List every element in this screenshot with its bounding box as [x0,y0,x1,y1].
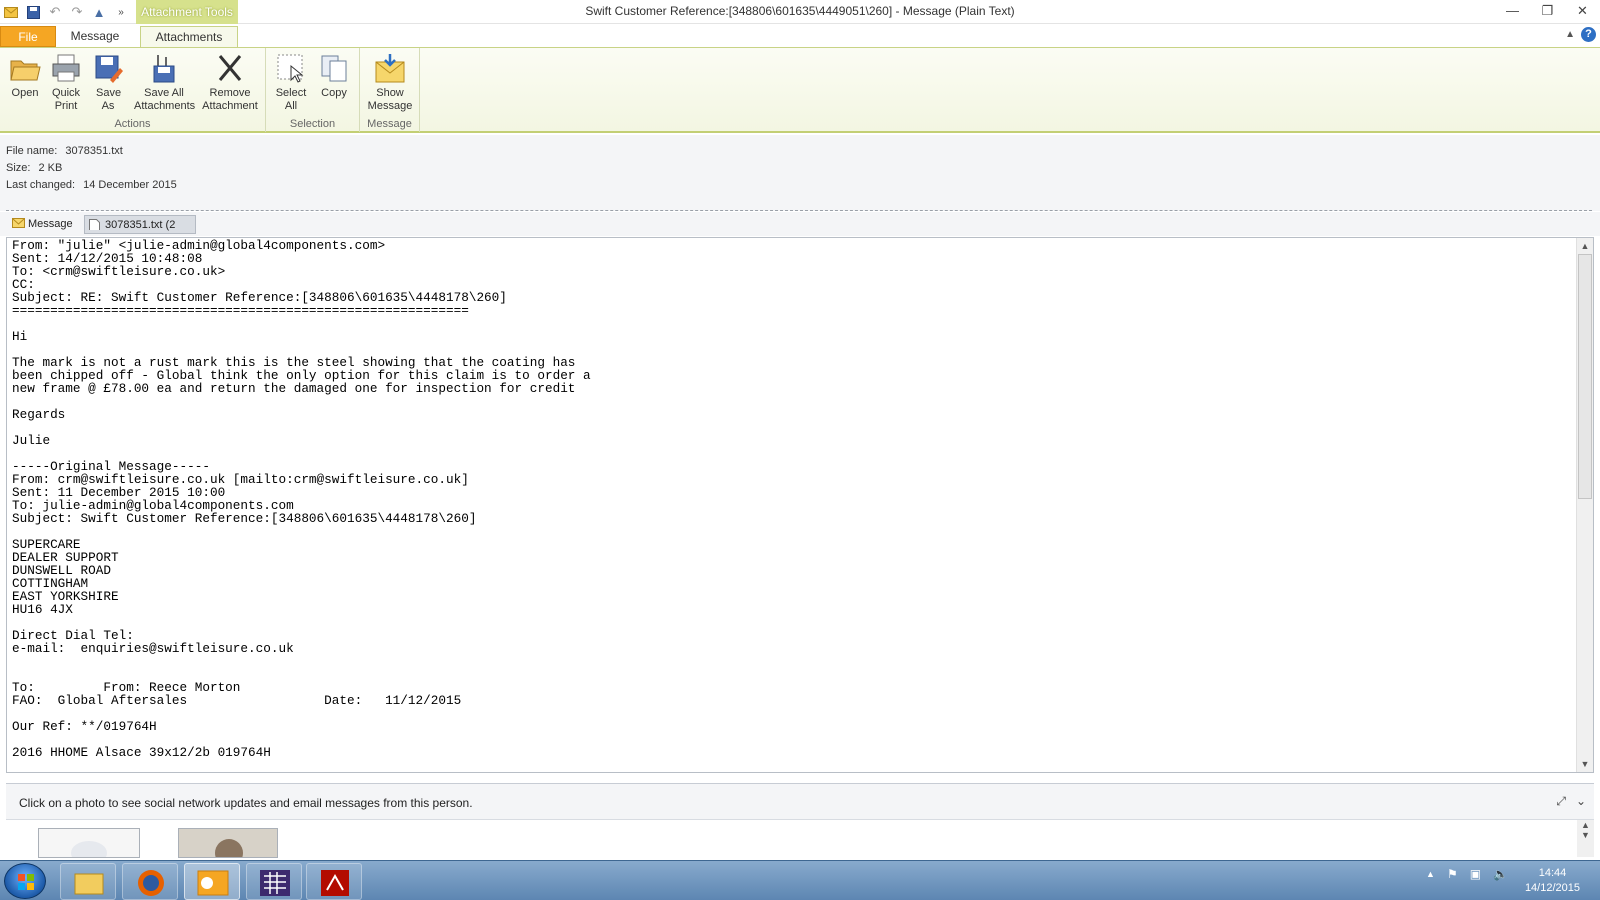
file-name-row: File name: 3078351.txt [6,145,123,157]
taskbar-firefox[interactable] [122,863,178,900]
group-actions: Open Quick Print Save As Save All Attach… [0,48,266,132]
divider [6,210,1592,211]
person-silhouette-icon [71,841,107,857]
scrollbar-thumb[interactable] [1578,254,1592,499]
minimize-button[interactable]: — [1495,0,1530,24]
attachment-tab-message-label: Message [28,218,73,230]
taskbar: ▲ ⚑ ▣ 🔈 14:44 14/12/2015 [0,860,1600,900]
quick-print-button[interactable]: Quick Print [46,52,86,113]
open-label: Open [11,87,39,99]
save-all-attachments-icon [148,52,180,84]
show-message-label: Show Message [367,87,413,112]
people-pane: Click on a photo to see social network u… [6,783,1594,858]
volume-icon[interactable]: 🔈 [1493,867,1508,881]
group-selection: Select All Copy Selection [266,48,360,132]
attachment-body-text[interactable]: From: "julie" <julie-admin@global4compon… [12,239,591,759]
file-size-row: Size: 2 KB [6,162,62,174]
ribbon-tab-row: File Message Attachments ▲ ? [0,24,1600,47]
grid-app-icon [260,870,290,896]
action-center-flag-icon[interactable]: ⚑ [1447,867,1458,881]
file-size-value: 2 KB [38,162,63,174]
save-as-button[interactable]: Save As [88,52,128,113]
taskbar-app[interactable] [246,863,302,900]
people-pane-hint: Click on a photo to see social network u… [19,796,473,810]
window-controls: — ❐ ✕ [1495,0,1600,24]
close-button[interactable]: ✕ [1565,0,1600,24]
scroll-up-icon[interactable]: ▲ [1577,238,1593,254]
title-bar: ↶ ↷ ▲ » Attachment Tools Swift Customer … [0,0,1600,24]
system-tray: ▲ ⚑ ▣ 🔈 [1426,867,1508,881]
expand-icon[interactable]: ⤢ [1556,794,1566,809]
tab-attachments[interactable]: Attachments [140,26,238,47]
clock-time: 14:44 [1538,867,1567,879]
select-all-button[interactable]: Select All [270,52,312,113]
last-changed-row: Last changed: 14 December 2015 [6,179,177,191]
group-label-actions: Actions [114,118,151,130]
collapse-ribbon-icon[interactable]: ▲ [1565,29,1575,40]
attachment-tabs: Message 3078351.txt (2 KB) [0,212,1600,249]
show-message-button[interactable]: Show Message [364,52,416,113]
person-photo-icon [179,829,277,857]
select-all-icon [275,52,307,84]
start-button[interactable] [4,863,46,899]
select-all-label: Select All [275,87,307,112]
file-name-label: File name: [6,145,58,157]
windows-logo-icon [18,874,34,890]
remove-x-icon [214,52,246,84]
save-as-label: Save As [96,87,122,112]
help-icon[interactable]: ? [1581,27,1596,42]
people-pane-controls: ⤢ ⌄ [1556,794,1586,809]
remove-attachment-button[interactable]: Remove Attachment [198,52,262,113]
folder-icon [74,873,104,895]
pdf-icon [321,870,349,896]
show-hidden-icons[interactable]: ▲ [1426,869,1435,879]
folder-open-icon [9,52,41,84]
group-message: Show Message Message [360,48,420,132]
envelope-icon [12,218,25,228]
people-pane-scrollbar[interactable]: ▲ ▼ [1577,820,1594,857]
maximize-button[interactable]: ❐ [1530,0,1565,24]
open-button[interactable]: Open [6,52,44,100]
save-all-attachments-button[interactable]: Save All Attachments [132,52,196,113]
tab-message[interactable]: Message [60,26,130,47]
clock[interactable]: 14:44 14/12/2015 [1525,866,1580,896]
scroll-down-icon[interactable]: ▼ [1577,756,1593,772]
firefox-icon [138,870,164,896]
save-as-icon [92,52,124,84]
vertical-scrollbar[interactable]: ▲ ▼ [1576,238,1593,772]
people-pane-header: Click on a photo to see social network u… [6,784,1594,820]
printer-icon [50,52,82,84]
last-changed-label: Last changed: [6,179,76,191]
envelope-arrow-icon [374,52,406,84]
outlook-icon [197,870,229,896]
file-name-value: 3078351.txt [65,145,123,157]
copy-icon [318,52,350,84]
tab-file[interactable]: File [0,26,56,47]
text-file-icon [89,219,100,230]
ribbon: Open Quick Print Save As Save All Attach… [0,47,1600,133]
contact-photo[interactable] [178,828,278,858]
save-all-label: Save All Attachments [134,87,196,112]
contact-photo-placeholder[interactable] [38,828,140,858]
file-size-label: Size: [6,162,31,174]
attachment-file-info: File name: 3078351.txt Size: 2 KB Last cha… [0,135,1600,211]
copy-button[interactable]: Copy [314,52,354,100]
taskbar-outlook[interactable] [184,863,240,900]
ribbon-controls: ▲ ? [1565,27,1596,42]
last-changed-value: 14 December 2015 [83,179,177,191]
chevron-down-icon[interactable]: ⌄ [1576,794,1586,809]
window-title: Swift Customer Reference:[348806\601635\… [585,4,1015,18]
quick-print-label: Quick Print [51,87,81,112]
taskbar-acrobat[interactable] [306,863,362,900]
attachment-tab-message[interactable]: Message [8,215,78,234]
attachment-tab-file[interactable]: 3078351.txt (2 KB) [84,215,196,249]
group-label-selection: Selection [289,118,336,130]
attachment-preview[interactable]: From: "julie" <julie-admin@global4compon… [6,237,1594,773]
group-label-message: Message [367,118,412,130]
taskbar-explorer[interactable] [60,863,116,900]
clock-date: 14/12/2015 [1524,882,1580,894]
network-icon[interactable]: ▣ [1470,867,1481,881]
remove-attachment-label: Remove Attachment [202,87,258,112]
copy-label: Copy [321,87,347,99]
